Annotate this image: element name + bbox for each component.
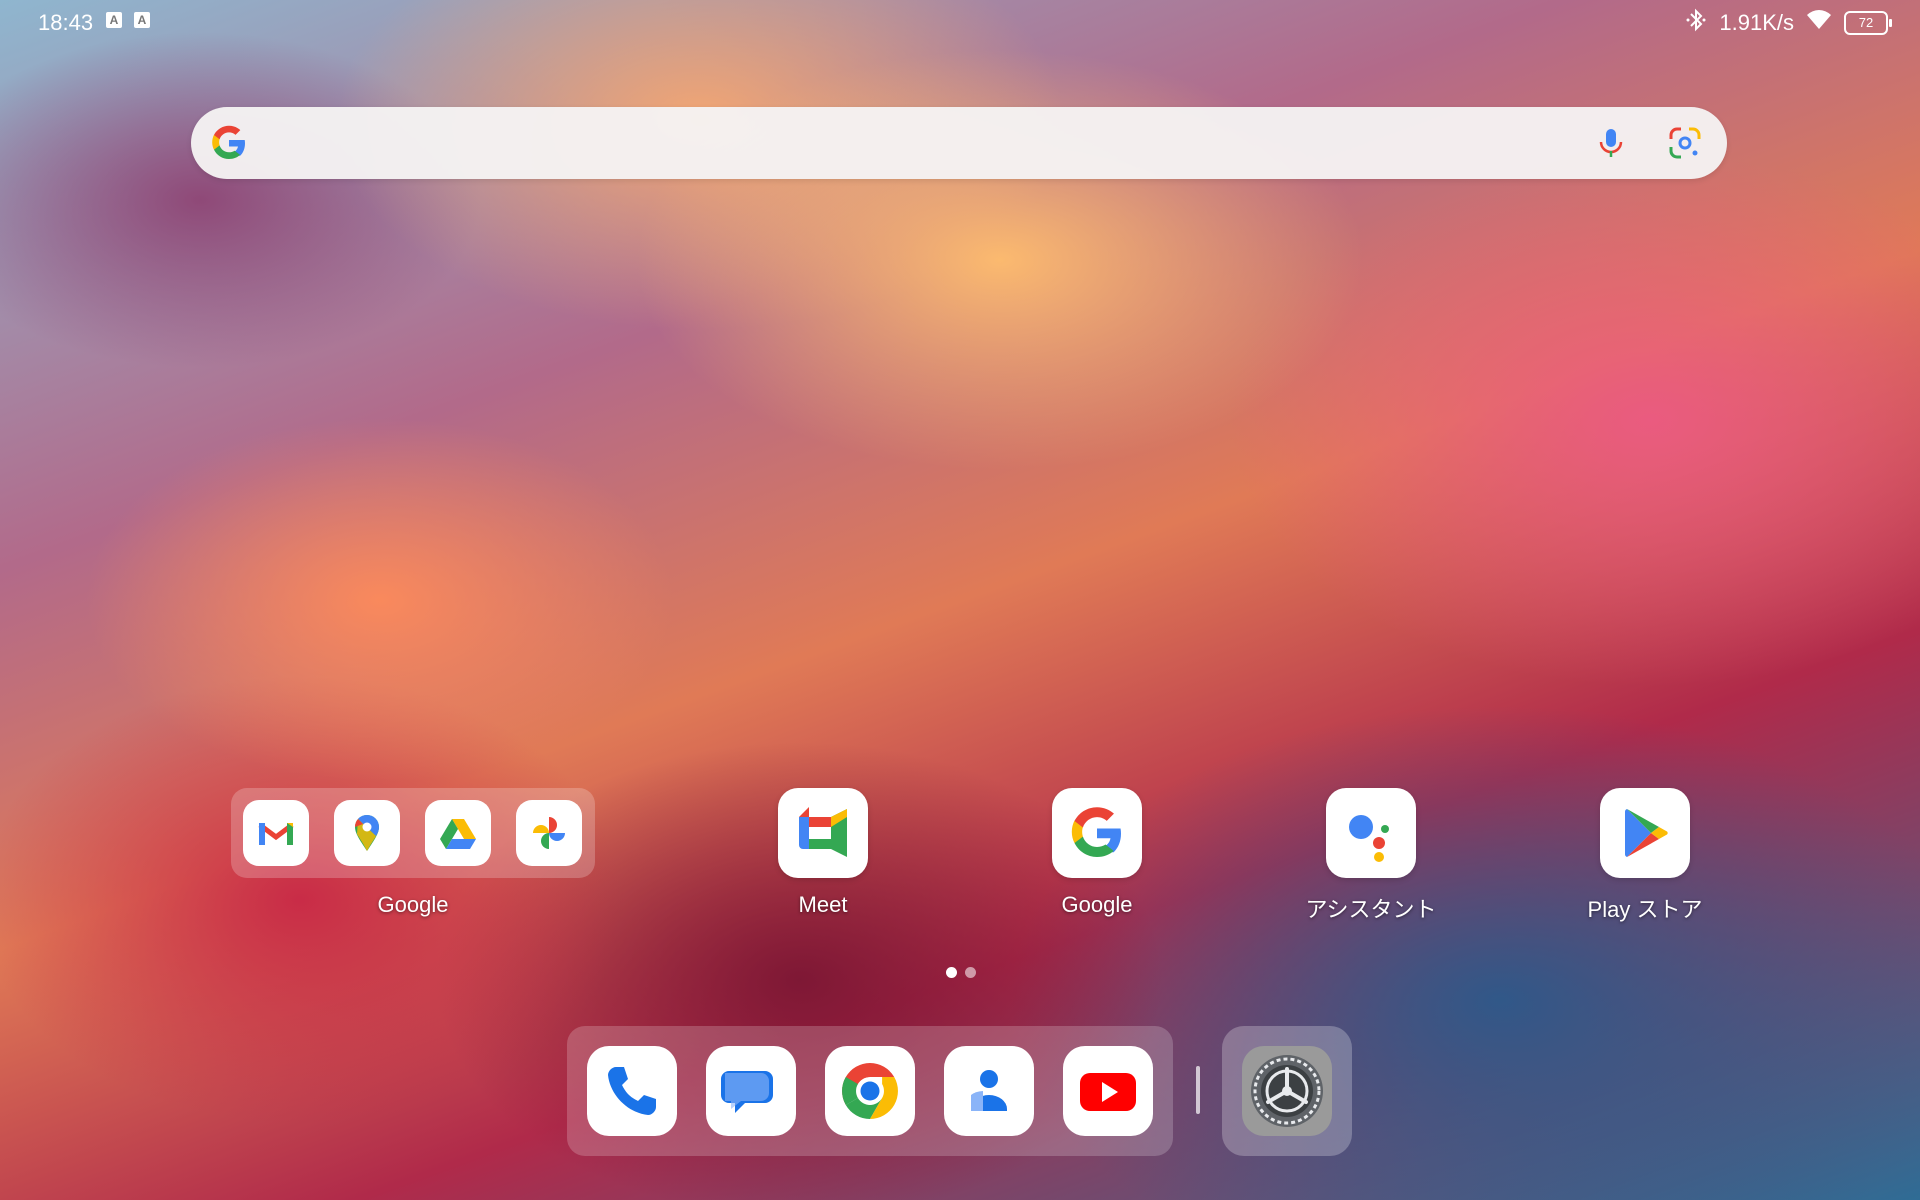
app-label-meet: Meet bbox=[798, 892, 848, 917]
play-store-icon bbox=[1624, 809, 1668, 857]
messages-icon bbox=[721, 1071, 773, 1113]
page-indicator bbox=[946, 967, 976, 978]
meet-icon bbox=[799, 807, 847, 857]
google-icon bbox=[1071, 807, 1121, 857]
photos-icon bbox=[516, 800, 582, 866]
app-label-google-folder: Google bbox=[377, 892, 449, 917]
status-bar: 18:43 A A 1.91K/s 72 bbox=[0, 0, 1920, 44]
network-speed: 1.91K/s bbox=[1719, 10, 1794, 35]
google-folder[interactable] bbox=[231, 788, 595, 878]
contacts-icon bbox=[971, 1070, 1007, 1111]
play-store-app-icon[interactable] bbox=[1600, 788, 1690, 878]
drive-icon bbox=[425, 800, 491, 866]
pinned-settings-slot bbox=[1222, 1026, 1352, 1156]
lens-icon[interactable] bbox=[1667, 125, 1703, 161]
phone-icon bbox=[608, 1067, 656, 1115]
youtube-app-icon[interactable] bbox=[1063, 1046, 1153, 1136]
settings-icon bbox=[1251, 1055, 1323, 1127]
phone-app-icon[interactable] bbox=[587, 1046, 677, 1136]
battery-level: 72 bbox=[1858, 15, 1874, 30]
messages-app-icon[interactable] bbox=[706, 1046, 796, 1136]
meet-app-icon[interactable] bbox=[778, 788, 868, 878]
mic-icon[interactable] bbox=[1593, 125, 1629, 161]
wifi-icon bbox=[1806, 9, 1832, 37]
chrome-app-icon[interactable] bbox=[825, 1046, 915, 1136]
assistant-app-icon[interactable] bbox=[1326, 788, 1416, 878]
dock-divider bbox=[1196, 1066, 1200, 1114]
contacts-app-icon[interactable] bbox=[944, 1046, 1034, 1136]
page-dot-2[interactable] bbox=[965, 967, 976, 978]
chrome-icon bbox=[842, 1063, 898, 1119]
gmail-icon bbox=[243, 800, 309, 866]
status-time: 18:43 bbox=[38, 10, 94, 35]
app-label-play-store: Play ストア bbox=[1587, 897, 1703, 922]
assistant-icon bbox=[1349, 815, 1389, 862]
app-label-google: Google bbox=[1061, 892, 1133, 917]
youtube-icon bbox=[1080, 1073, 1136, 1111]
bluetooth-icon bbox=[1685, 8, 1707, 38]
google-g-icon bbox=[209, 123, 249, 163]
status-indicators: 1.91K/s 72 bbox=[1685, 8, 1892, 38]
maps-icon bbox=[334, 800, 400, 866]
notification-a-icon: A bbox=[106, 12, 122, 28]
battery-icon: 72 bbox=[1844, 11, 1892, 35]
app-label-assistant: アシスタント bbox=[1305, 897, 1437, 922]
notification-a-icon-2: A bbox=[134, 12, 150, 28]
google-app-icon[interactable] bbox=[1052, 788, 1142, 878]
dock bbox=[567, 1026, 1173, 1156]
settings-app-icon[interactable] bbox=[1242, 1046, 1332, 1136]
page-dot-1[interactable] bbox=[946, 967, 957, 978]
google-search-bar[interactable] bbox=[191, 107, 1727, 179]
